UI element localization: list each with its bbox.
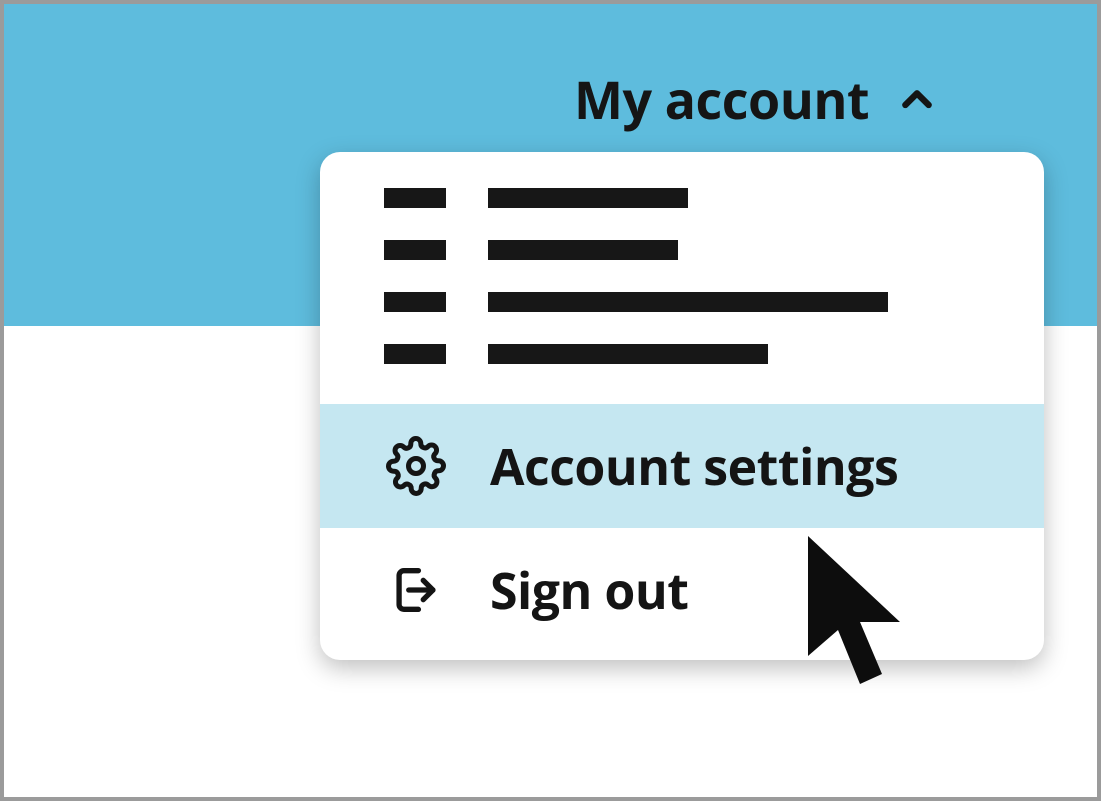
my-account-label: My account [574,64,869,135]
placeholder-bar [384,240,446,260]
placeholder-bar [384,344,446,364]
placeholder-bar [488,240,678,260]
my-account-trigger[interactable]: My account [574,64,937,135]
account-dropdown: Account settings Sign out [320,152,1044,660]
placeholder-bar [488,292,888,312]
placeholder-row [384,344,980,364]
gear-icon [384,436,448,496]
app-frame: My account [0,0,1101,801]
sign-out-icon [384,561,448,619]
placeholder-bar [384,292,446,312]
dropdown-placeholder-section [320,180,1044,404]
menu-item-label: Sign out [490,556,688,624]
placeholder-row [384,240,980,260]
placeholder-bar [384,188,446,208]
placeholder-bar [488,188,688,208]
menu-item-sign-out[interactable]: Sign out [320,528,1044,652]
menu-item-label: Account settings [490,432,898,500]
chevron-up-icon [897,80,937,120]
placeholder-row [384,188,980,208]
placeholder-row [384,292,980,312]
placeholder-bar [488,344,768,364]
menu-item-account-settings[interactable]: Account settings [320,404,1044,528]
